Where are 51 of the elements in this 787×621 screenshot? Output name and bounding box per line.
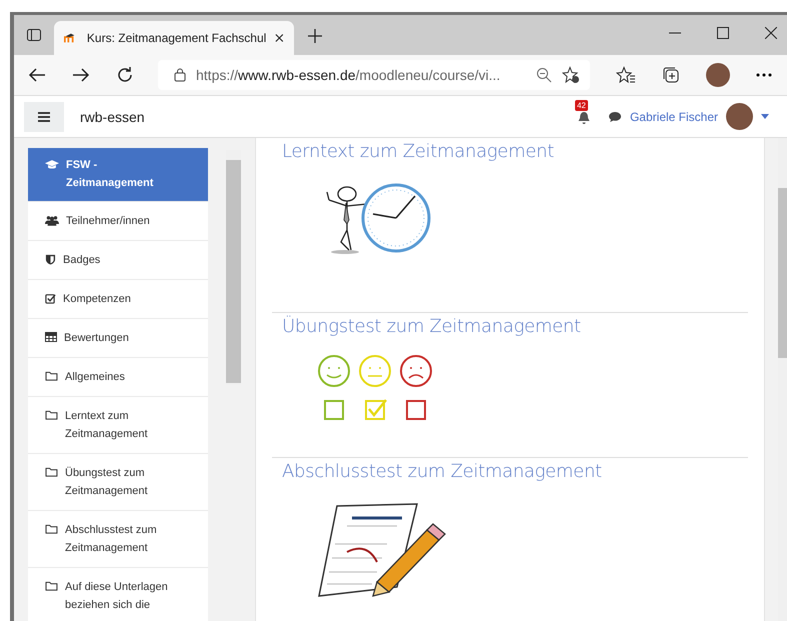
more-icon[interactable] (756, 73, 772, 77)
close-icon[interactable] (275, 33, 284, 43)
profile-avatar[interactable] (706, 63, 730, 87)
zoom-out-icon[interactable] (536, 67, 552, 83)
favorites-icon[interactable] (616, 66, 636, 84)
folder-icon (45, 467, 58, 477)
folder-icon (45, 524, 58, 534)
checkbox-icon (45, 293, 56, 304)
sidebar-item[interactable]: Abschlusstest zum Zeitmanagement (28, 511, 208, 567)
forward-arrow-icon[interactable] (72, 67, 90, 83)
sidebar-item[interactable]: Kompetenzen (28, 280, 208, 318)
user-avatar[interactable] (726, 103, 753, 130)
graduation-cap-icon (45, 159, 59, 170)
sidebar-item[interactable]: Lerntext zum Zeitmanagement (28, 397, 208, 453)
lock-icon (174, 68, 186, 82)
section-title-link[interactable]: Abschlusstest zum Zeitmanagement (282, 461, 748, 482)
folder-icon (45, 581, 58, 591)
chat-icon[interactable] (608, 110, 622, 122)
add-favorite-icon[interactable] (562, 66, 580, 84)
shield-icon (45, 254, 56, 265)
sidebar-item[interactable]: Übungstest zum Zeitmanagement (28, 454, 208, 510)
address-bar[interactable]: https://www.rwb-essen.de/moodleneu/course/vi... (158, 60, 590, 90)
back-arrow-icon[interactable] (28, 67, 46, 83)
tab-list-icon[interactable] (26, 27, 42, 43)
browser-tab[interactable]: Kurs: Zeitmanagement Fachschul (54, 21, 294, 55)
sidebar-item[interactable]: Allgemeines (28, 358, 208, 396)
caret-icon[interactable] (761, 114, 769, 119)
sidebar-item[interactable]: Auf diese Unterlagen beziehen sich die (28, 568, 208, 621)
collections-icon[interactable] (662, 66, 680, 84)
folder-icon (45, 410, 58, 420)
folder-icon (45, 371, 58, 381)
notification-count: 42 (574, 100, 588, 110)
site-name[interactable]: rwb-essen (80, 108, 145, 124)
user-name[interactable]: Gabriele Fischer (630, 110, 718, 124)
bell-icon[interactable] (576, 110, 591, 124)
section-title-link[interactable]: Lerntext zum Zeitmanagement (282, 141, 748, 162)
sidebar-item[interactable]: Badges (28, 241, 208, 279)
sidebar-item[interactable]: Teilnehmer/innen (28, 202, 208, 240)
section-title-link[interactable]: Übungstest zum Zeitmanagement (282, 316, 748, 337)
close-icon[interactable] (765, 27, 777, 39)
menu-icon (38, 112, 50, 122)
url-text: https://www.rwb-essen.de/moodleneu/course/vi... (196, 67, 502, 83)
tab-title: Kurs: Zeitmanagement Fachschul (86, 31, 266, 45)
menu-button[interactable] (24, 102, 64, 132)
new-tab-icon[interactable] (308, 29, 322, 43)
sidebar-item[interactable]: Bewertungen (28, 319, 208, 357)
sidebar-item[interactable]: FSW - Zeitmanagement (28, 148, 208, 201)
maximize-icon[interactable] (717, 27, 729, 39)
table-icon (45, 332, 57, 342)
users-icon (45, 215, 59, 226)
reload-icon[interactable] (116, 66, 134, 84)
